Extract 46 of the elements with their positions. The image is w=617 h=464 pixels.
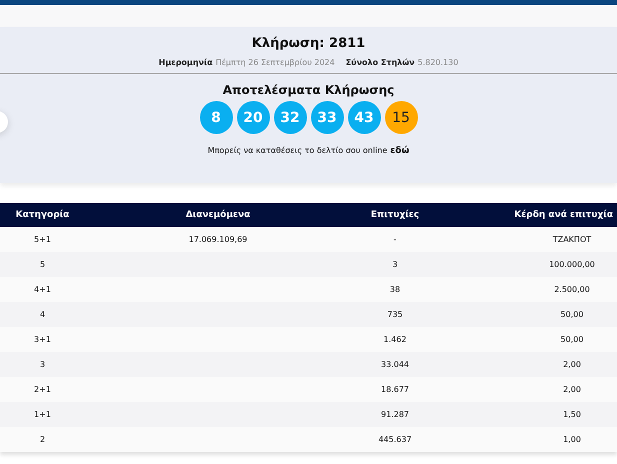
table-cell-text: 5 <box>38 260 46 269</box>
columns-label: Σύνολο Στηλών <box>346 58 415 67</box>
table-cell-text: 5+1 <box>33 235 52 244</box>
table-cell-text: - <box>392 235 398 244</box>
online-text: Μπορείς να καταθέσεις το δελτίο σου online <box>208 146 388 156</box>
date-value: Πέμπτη 26 Σεπτεμβρίου 2024 <box>216 58 335 67</box>
table-cell-text: 1+1 <box>33 410 52 419</box>
table-cell-text: 4 <box>38 310 46 319</box>
number-ball: 20 <box>236 101 270 134</box>
table-cell-text: 50,00 <box>560 335 584 344</box>
table-cell-text: 1,00 <box>562 435 582 444</box>
table-cell-text: 33.044 <box>380 360 410 369</box>
table-cell-text: 2,00 <box>562 360 582 369</box>
number-ball: 32 <box>274 101 306 134</box>
table-cell-text: 2,00 <box>562 385 582 394</box>
number-ball: 43 <box>348 101 380 134</box>
table-cell-text: 3 <box>38 360 46 369</box>
number-ball: 15 <box>384 101 418 134</box>
table-cell-text: 735 <box>386 310 404 319</box>
table-cell-text: 2 <box>38 435 46 444</box>
table-cell-text: 4+1 <box>33 285 52 294</box>
column-header: Επιτυχίες <box>370 210 420 220</box>
table-cell-text: 1.462 <box>382 335 408 344</box>
table-cell-text: 91.287 <box>380 410 410 419</box>
table-cell-text: 2+1 <box>33 385 52 394</box>
column-header: Διανεμόμενα <box>184 210 252 220</box>
number-ball: 33 <box>310 101 344 134</box>
table-cell-text: 2.500,00 <box>553 285 591 294</box>
number-ball: 8 <box>200 101 232 134</box>
column-header: Κέρδη ανά επιτυχία <box>514 210 614 220</box>
table-cell-text: 100.000,00 <box>548 260 596 269</box>
online-link[interactable]: εδώ <box>390 146 410 156</box>
table-cell-text: 1,50 <box>562 410 582 419</box>
table-cell-text: 17.069.109,69 <box>188 235 248 244</box>
table-cell-text: 3 <box>391 260 399 269</box>
table-cell-text: 18.677 <box>380 385 410 394</box>
columns-value: 5.820.130 <box>418 58 458 67</box>
table-cell-text: 38 <box>388 285 402 294</box>
table-cell-text: ΤΖΑΚΠΟΤ <box>552 235 592 244</box>
table-cell-text: 3+1 <box>33 335 52 344</box>
table-cell-text: 445.637 <box>377 435 413 444</box>
date-label: Ημερομηνία <box>158 58 213 67</box>
results-title: Αποτελέσματα Κλήρωσης <box>222 83 394 97</box>
table-cell-text: 50,00 <box>560 310 584 319</box>
draw-title: Κλήρωση: 2811 <box>252 36 366 51</box>
column-header: Κατηγορία <box>14 210 70 220</box>
